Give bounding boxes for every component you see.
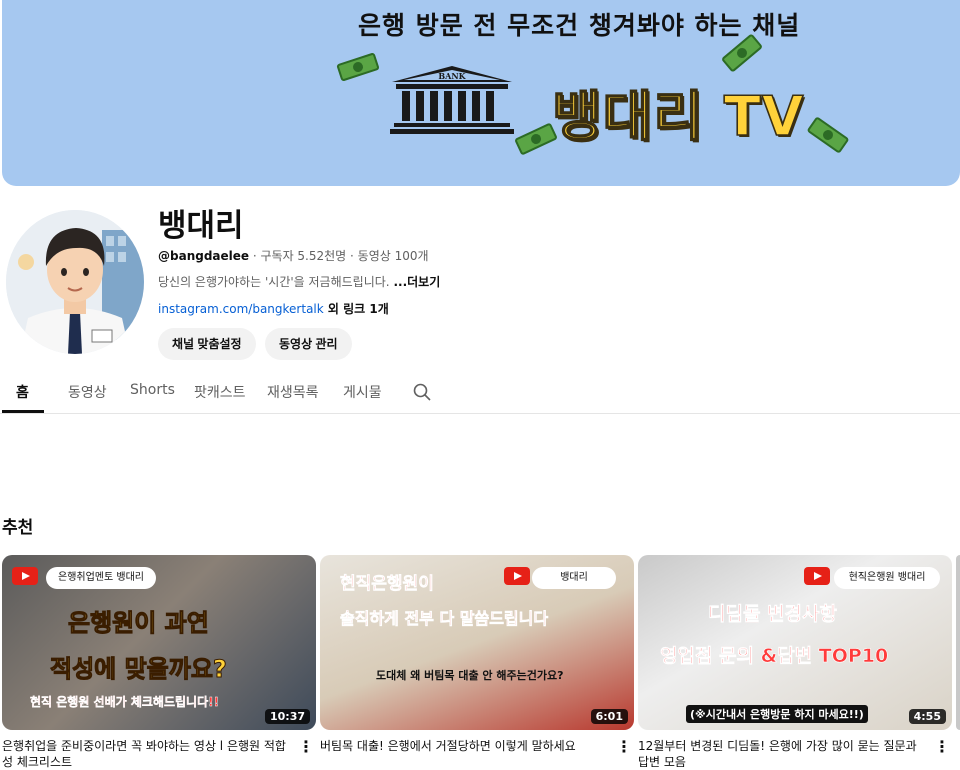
video-thumbnail[interactable]: 뱅대리 현직은행원이 솔직하게 전부 다 말씀드립니다 도대체 왜 버팀목 대출… (320, 555, 634, 730)
thumbnail-channel-pill: 은행취업멘토 뱅대리 (46, 567, 156, 589)
thumbnail-text: 적성에 맞을까요? (50, 655, 228, 684)
video-thumbnail[interactable]: 현직은행원 뱅대리 디딤돌 변경사항 영업점 문의 &답변 TOP10 (※시간… (638, 555, 952, 730)
video-thumbnail[interactable] (956, 555, 960, 730)
thumbnail-text: 디딤돌 변경사항 (708, 603, 838, 626)
thumbnail-text: 은행원이 과연 (68, 609, 210, 638)
thumbnail-text: 솔직하게 전부 다 말씀드립니다 (340, 609, 549, 629)
channel-description[interactable]: 당신의 은행가야하는 '시간'을 저금해드립니다. ...더보기 (158, 273, 440, 290)
banner-brand: 뱅대리 TV (551, 84, 805, 149)
thumbnail-text: 현직은행원이 (340, 574, 434, 595)
tab-podcasts[interactable]: 팟캐스트 (194, 382, 246, 402)
money-bill-icon (806, 116, 850, 154)
video-card[interactable]: 은행취업멘토 뱅대리 은행원이 과연 적성에 맞을까요? 현직 은행원 선배가 … (2, 555, 316, 770)
video-duration: 6:01 (590, 709, 628, 724)
thumbnail-text: (※시간내서 은행방문 하지 마세요!!) (686, 705, 868, 723)
video-card[interactable]: 뱅대리 현직은행원이 솔직하게 전부 다 말씀드립니다 도대체 왜 버팀목 대출… (320, 555, 634, 770)
active-tab-indicator (2, 410, 44, 413)
money-bill-icon (336, 52, 380, 82)
bank-building-icon: BANK (390, 66, 514, 134)
video-title[interactable]: 12월부터 변경된 디딤돌! 은행에 가장 많이 묻는 질문과 답변 모음 (638, 738, 928, 770)
thumbnail-channel-pill: 뱅대리 (532, 567, 616, 589)
instagram-link[interactable]: instagram.com/bangkertalk (158, 302, 324, 316)
thumbnail-text: 도대체 왜 버팀목 대출 안 해주는건가요? (376, 669, 564, 682)
thumbnail-channel-pill: 현직은행원 뱅대리 (834, 567, 940, 589)
youtube-logo-icon (12, 567, 38, 585)
more-options-icon[interactable]: ⋮ (616, 737, 632, 756)
tab-videos[interactable]: 동영상 (68, 382, 107, 402)
search-icon[interactable] (412, 382, 432, 402)
more-options-icon[interactable]: ⋮ (934, 737, 950, 756)
avatar-illustration (6, 210, 144, 354)
video-duration: 10:37 (264, 709, 310, 724)
customize-channel-button[interactable]: 채널 맞춤설정 (158, 328, 256, 360)
video-duration: 4:55 (908, 709, 946, 724)
channel-links[interactable]: instagram.com/bangkertalk 외 링크 1개 (158, 300, 389, 317)
youtube-logo-icon (804, 567, 830, 585)
more-options-icon[interactable]: ⋮ (298, 737, 314, 756)
tab-shorts[interactable]: Shorts (130, 382, 175, 398)
description-text: 당신의 은행가야하는 '시간'을 저금해드립니다. (158, 275, 390, 289)
bank-sign: BANK (438, 71, 466, 81)
channel-stats: · 구독자 5.52천명 · 동영상 100개 (249, 249, 429, 263)
video-title[interactable]: 은행취업을 준비중이라면 꼭 봐야하는 영상 l 은행원 적합성 체크리스트 (2, 738, 292, 770)
thumbnail-text: 현직 은행원 선배가 체크해드립니다!! (30, 695, 220, 709)
channel-tabs: 홈 동영상 Shorts 팟캐스트 재생목록 게시물 (0, 372, 960, 414)
video-card-partial[interactable] (956, 555, 960, 730)
more-link[interactable]: ...더보기 (393, 275, 440, 289)
video-card[interactable]: 현직은행원 뱅대리 디딤돌 변경사항 영업점 문의 &답변 TOP10 (※시간… (638, 555, 952, 770)
channel-meta: @bangdaelee · 구독자 5.52천명 · 동영상 100개 (158, 247, 429, 264)
tab-posts[interactable]: 게시물 (343, 382, 382, 402)
section-title-recommended: 추천 (2, 518, 34, 538)
video-title[interactable]: 버팀목 대출! 은행에서 거절당하면 이렇게 말하세요 (320, 738, 610, 770)
tab-playlists[interactable]: 재생목록 (267, 382, 319, 402)
channel-avatar[interactable] (6, 210, 144, 354)
manage-videos-button[interactable]: 동영상 관리 (265, 328, 352, 360)
video-thumbnail[interactable]: 은행취업멘토 뱅대리 은행원이 과연 적성에 맞을까요? 현직 은행원 선배가 … (2, 555, 316, 730)
channel-banner: 은행 방문 전 무조건 챙겨봐야 하는 채널 BANK 뱅대리 TV (2, 0, 960, 186)
banner-tagline: 은행 방문 전 무조건 챙겨봐야 하는 채널 (358, 11, 801, 40)
channel-handle: @bangdaelee (158, 249, 250, 263)
channel-name: 뱅대리 (158, 208, 244, 244)
tab-home[interactable]: 홈 (16, 382, 29, 402)
youtube-logo-icon (504, 567, 530, 585)
thumbnail-text: 영업점 문의 &답변 TOP10 (660, 645, 889, 668)
more-links-label[interactable]: 외 링크 1개 (324, 302, 389, 316)
